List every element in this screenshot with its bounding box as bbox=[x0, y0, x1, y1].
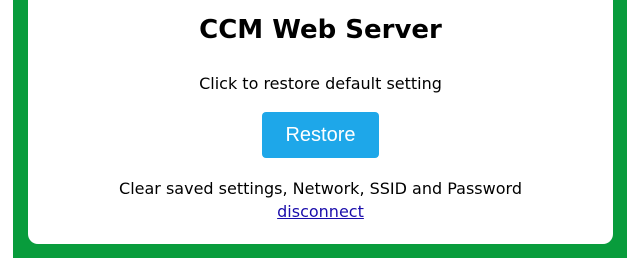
clear-settings-text: Clear saved settings, Network, SSID and … bbox=[119, 179, 522, 198]
restore-prompt: Click to restore default setting bbox=[199, 74, 442, 93]
page-title: CCM Web Server bbox=[199, 15, 442, 45]
restore-button[interactable]: Restore bbox=[262, 112, 379, 158]
page: CCM Web Server Click to restore default … bbox=[0, 0, 627, 258]
disconnect-link-wrap: disconnect bbox=[28, 202, 613, 222]
disconnect-link[interactable]: disconnect bbox=[277, 202, 364, 221]
settings-card: CCM Web Server Click to restore default … bbox=[28, 0, 613, 244]
